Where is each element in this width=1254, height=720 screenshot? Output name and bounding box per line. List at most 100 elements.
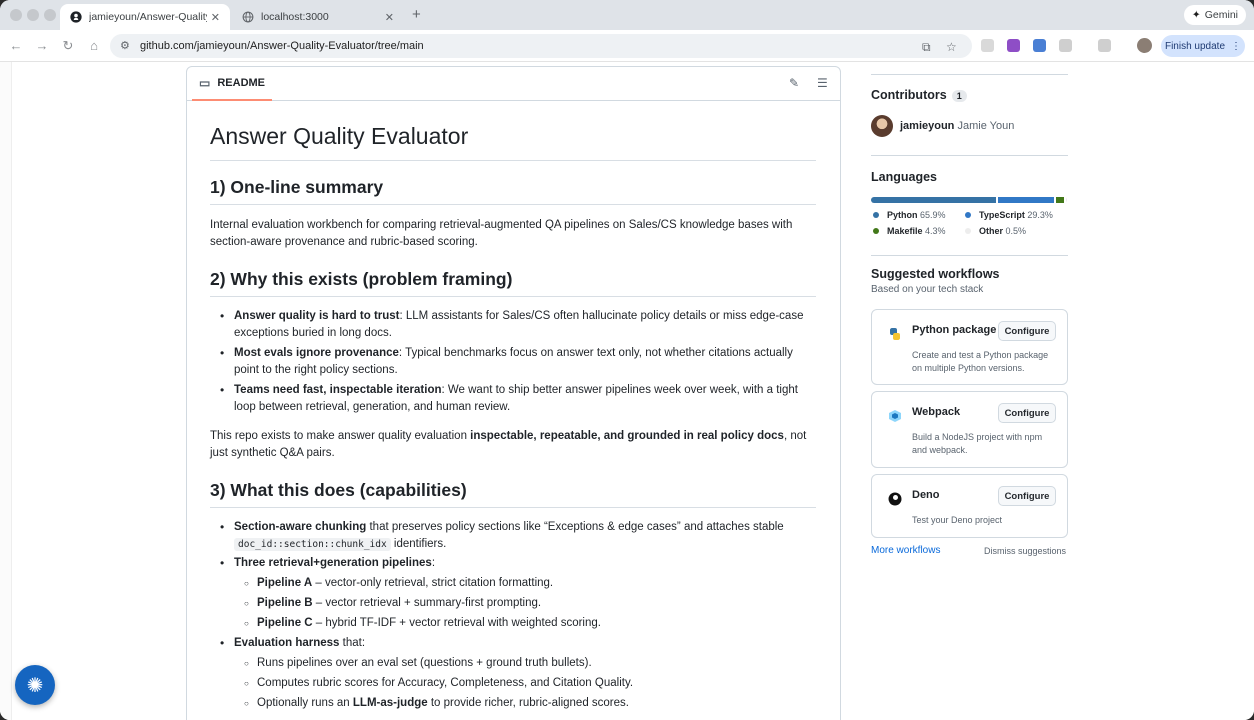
contributor-entry[interactable]: jamieyoun Jamie Youn: [900, 120, 1014, 132]
forward-icon[interactable]: →: [34, 38, 50, 54]
problem-list: Answer quality is hard to trust: LLM ass…: [210, 308, 816, 416]
browser-toolbar: ← → ↻ ⌂ ⚙ github.com/jamieyoun/Answer-Qu…: [0, 30, 1254, 62]
suggested-workflows-heading: Suggested workflows: [871, 267, 1000, 281]
bookmark-star-icon[interactable]: ☆: [946, 40, 957, 54]
page-left-edge: [0, 62, 12, 720]
readme-header: ▭ README ✎ ☰: [187, 67, 840, 101]
language-python[interactable]: Python 65.9%: [873, 210, 946, 220]
profile-avatar[interactable]: [1137, 38, 1152, 53]
readme-markdown: Answer Quality Evaluator 1) One-line sum…: [210, 123, 816, 712]
tab-close-icon[interactable]: ✕: [211, 11, 220, 24]
tab-close-icon[interactable]: ✕: [385, 11, 394, 24]
address-bar[interactable]: ⚙ github.com/jamieyoun/Answer-Quality-Ev…: [110, 34, 972, 58]
language-bar-segment: [998, 197, 1054, 203]
language-dot: [873, 212, 879, 218]
dismiss-suggestions-link[interactable]: Dismiss suggestions: [984, 546, 1066, 556]
workflow-card-deno: Deno Configure Test your Deno project: [871, 474, 1068, 538]
divider: [871, 255, 1068, 256]
language-dot: [873, 228, 879, 234]
purpose-paragraph: This repo exists to make answer quality …: [210, 430, 807, 459]
readme-tab-label: README: [217, 77, 266, 89]
workflow-name: Deno: [912, 489, 940, 501]
install-app-icon[interactable]: ⧉: [922, 40, 931, 55]
extensions-puzzle-icon[interactable]: [1059, 39, 1072, 52]
side-panel-icon[interactable]: [1098, 39, 1111, 52]
language-bar-segment: [871, 197, 997, 203]
sparkle-icon: ✦: [1191, 9, 1201, 21]
readme-title: Answer Quality Evaluator: [210, 123, 816, 161]
list-item: Answer quality is hard to trust: LLM ass…: [210, 308, 816, 342]
extension-icon[interactable]: [981, 39, 994, 52]
workflow-name: Webpack: [912, 406, 961, 418]
section-heading: 3) What this does (capabilities): [210, 480, 816, 508]
kebab-menu-icon: ⋮: [1231, 40, 1242, 52]
new-tab-button[interactable]: +: [412, 6, 421, 23]
divider: [871, 155, 1068, 156]
list-item: Most evals ignore provenance: Typical be…: [210, 345, 816, 379]
configure-button[interactable]: Configure: [998, 486, 1056, 506]
configure-button[interactable]: Configure: [998, 321, 1056, 341]
globe-icon: [242, 11, 254, 23]
workflow-description: Build a NodeJS project with npm and webp…: [912, 432, 1043, 455]
github-icon: [70, 11, 82, 23]
list-item: Computes rubric scores for Accuracy, Com…: [210, 675, 816, 692]
tab-title: jamieyoun/Answer-Quality-E…: [89, 11, 207, 23]
window-minimize-button[interactable]: [27, 9, 39, 21]
list-item: Runs pipelines over an eval set (questio…: [210, 655, 816, 672]
list-item: Teams need fast, inspectable iteration: …: [210, 382, 816, 416]
list-item: Evaluation harness that:: [210, 635, 816, 652]
inline-code: doc_id::section::chunk_idx: [234, 538, 391, 551]
window-close-button[interactable]: [10, 9, 22, 21]
contributors-count: 1: [951, 90, 967, 102]
language-other: Other 0.5%: [965, 226, 1026, 236]
home-icon[interactable]: ⌂: [86, 38, 102, 54]
site-settings-icon[interactable]: ⚙: [120, 39, 130, 52]
language-bar: [871, 197, 1067, 203]
language-dot: [965, 212, 971, 218]
tab-github-repo[interactable]: jamieyoun/Answer-Quality-E… ✕: [60, 4, 230, 30]
python-icon: [890, 328, 900, 340]
workflow-description: Create and test a Python package on mult…: [912, 350, 1049, 373]
browser-window: jamieyoun/Answer-Quality-E… ✕ localhost:…: [0, 0, 1254, 720]
list-item: Section-aware chunking that preserves po…: [210, 519, 816, 553]
list-item: Optionally runs an LLM-as-judge to provi…: [210, 695, 816, 712]
finish-update-label: Finish update: [1164, 40, 1226, 52]
deno-icon: [888, 492, 902, 506]
capabilities-list: Section-aware chunking that preserves po…: [210, 519, 816, 712]
suggested-workflows-subheading: Based on your tech stack: [871, 284, 984, 295]
window-zoom-button[interactable]: [44, 9, 56, 21]
more-workflows-link[interactable]: More workflows: [871, 545, 940, 556]
readme-panel: ▭ README ✎ ☰ Answer Quality Evaluator 1)…: [186, 66, 841, 720]
floating-assistant-icon[interactable]: ✺: [15, 665, 55, 705]
gemini-label: Gemini: [1204, 9, 1238, 21]
back-icon[interactable]: ←: [8, 38, 24, 54]
webpack-icon: [889, 410, 901, 422]
gemini-button[interactable]: ✦ Gemini: [1183, 5, 1246, 25]
workflow-card-webpack: Webpack Configure Build a NodeJS project…: [871, 391, 1068, 468]
configure-button[interactable]: Configure: [998, 403, 1056, 423]
tab-localhost[interactable]: localhost:3000 ✕: [232, 4, 404, 30]
languages-heading: Languages: [871, 170, 937, 184]
summary-paragraph: Internal evaluation workbench for compar…: [210, 219, 793, 248]
edit-pencil-icon[interactable]: ✎: [789, 76, 799, 90]
list-item: Three retrieval+generation pipelines:: [210, 555, 816, 572]
tab-title: localhost:3000: [261, 11, 329, 23]
list-item: Pipeline B – vector retrieval + summary-…: [210, 595, 816, 612]
finish-update-button[interactable]: Finish update ⋮: [1161, 35, 1245, 57]
book-icon: ▭: [199, 76, 211, 90]
extension-icon[interactable]: [1007, 39, 1020, 52]
language-dot: [965, 228, 971, 234]
language-typescript[interactable]: TypeScript 29.3%: [965, 210, 1053, 220]
workflow-name: Python package: [912, 324, 997, 336]
outline-list-icon[interactable]: ☰: [817, 76, 828, 90]
contributors-heading[interactable]: Contributors 1: [871, 88, 967, 102]
section-heading: 2) Why this exists (problem framing): [210, 269, 816, 297]
workflow-description: Test your Deno project: [912, 515, 1003, 525]
language-bar-segment: [1055, 197, 1065, 203]
avatar[interactable]: [871, 115, 893, 137]
language-makefile[interactable]: Makefile 4.3%: [873, 226, 946, 236]
readme-tab[interactable]: ▭ README: [192, 67, 273, 101]
reload-icon[interactable]: ↻: [60, 38, 76, 54]
extension-icon[interactable]: [1033, 39, 1046, 52]
tab-strip: jamieyoun/Answer-Quality-E… ✕ localhost:…: [0, 0, 1254, 30]
